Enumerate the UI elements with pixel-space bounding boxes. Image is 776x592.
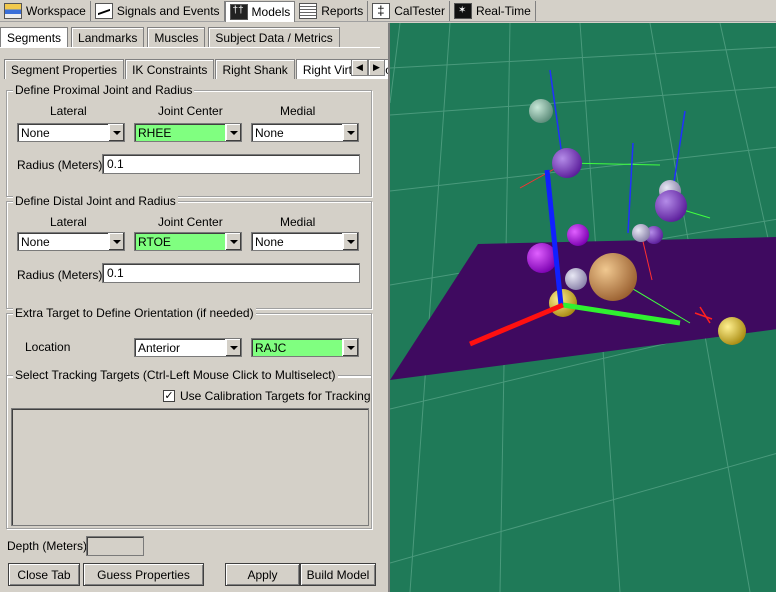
apply-button[interactable]: Apply bbox=[225, 563, 300, 586]
tracking-group-title: Select Tracking Targets (Ctrl-Left Mouse… bbox=[13, 368, 338, 382]
toolbar-caltester-button[interactable]: CalTester bbox=[368, 0, 450, 21]
proximal-center-label: Joint Center bbox=[158, 104, 223, 118]
chevron-down-icon[interactable] bbox=[108, 124, 124, 141]
distal-group: Define Distal Joint and Radius Lateral J… bbox=[6, 194, 372, 309]
tab-scroll-right-button[interactable]: ▶ bbox=[368, 59, 385, 76]
3d-scene bbox=[390, 23, 776, 592]
tab-scroll-arrows: ◀ ▶ bbox=[351, 59, 385, 76]
chevron-down-icon[interactable] bbox=[225, 339, 241, 356]
proximal-lateral-label: Lateral bbox=[50, 104, 87, 118]
toolbar-realtime-button[interactable]: Real-Time bbox=[450, 0, 536, 21]
toolbar-workspace-label: Workspace bbox=[26, 3, 86, 18]
proximal-center-value: RHEE bbox=[138, 125, 172, 140]
orientation-target-value: RAJC bbox=[255, 340, 287, 355]
proximal-group-title: Define Proximal Joint and Radius bbox=[13, 83, 195, 97]
toolbar-signals-button[interactable]: Signals and Events bbox=[91, 0, 225, 21]
chevron-down-icon[interactable] bbox=[225, 233, 241, 250]
tracking-targets-list[interactable] bbox=[11, 408, 369, 526]
tab-muscles[interactable]: Muscles bbox=[147, 27, 206, 47]
main-tabs: Segments Landmarks Muscles Subject Data … bbox=[0, 27, 343, 47]
proximal-lateral-value: None bbox=[21, 125, 50, 140]
depth-label: Depth (Meters): bbox=[7, 539, 91, 553]
orientation-location-value: Anterior bbox=[138, 340, 181, 355]
workspace-toolbar: Workspace Signals and Events Models Repo… bbox=[0, 0, 776, 22]
proximal-medial-label: Medial bbox=[280, 104, 316, 118]
toolbar-reports-button[interactable]: Reports bbox=[295, 0, 369, 21]
toolbar-models-button[interactable]: Models bbox=[224, 0, 296, 22]
proximal-medial-value: None bbox=[255, 125, 284, 140]
tab-segments[interactable]: Segments bbox=[0, 27, 69, 47]
realtime-icon bbox=[453, 2, 472, 19]
distal-center-label: Joint Center bbox=[158, 215, 223, 229]
proximal-lateral-select[interactable]: None bbox=[17, 123, 125, 142]
tab-ik-constraints[interactable]: IK Constraints bbox=[125, 59, 215, 79]
depth-input[interactable] bbox=[86, 536, 144, 556]
properties-panel: Segments Landmarks Muscles Subject Data … bbox=[0, 23, 403, 592]
chevron-down-icon[interactable] bbox=[342, 233, 358, 250]
toolbar-models-label: Models bbox=[251, 4, 291, 19]
tab-right-virtual-foot[interactable]: Right Virtual Foot bbox=[295, 59, 403, 79]
distal-radius-input[interactable]: 0.1 bbox=[102, 263, 360, 283]
models-icon bbox=[229, 3, 248, 20]
arrow-left-icon: ◀ bbox=[356, 62, 363, 72]
orientation-location-label: Location bbox=[25, 340, 71, 354]
workspace-icon bbox=[4, 2, 22, 19]
segment-tabs: Segment Properties IK Constraints Right … bbox=[4, 59, 403, 79]
proximal-radius-label: Radius (Meters) bbox=[17, 158, 103, 172]
distal-radius-label: Radius (Meters) bbox=[17, 268, 103, 282]
chevron-down-icon[interactable] bbox=[342, 339, 358, 356]
3d-viewport[interactable] bbox=[388, 23, 776, 592]
close-tab-button[interactable]: Close Tab bbox=[8, 563, 80, 586]
toolbar-reports-label: Reports bbox=[321, 3, 364, 18]
use-calibration-targets-label: Use Calibration Targets for Tracking bbox=[180, 389, 371, 403]
distal-medial-select[interactable]: None bbox=[251, 232, 359, 251]
use-calibration-targets-checkbox[interactable]: ✓ Use Calibration Targets for Tracking bbox=[163, 389, 371, 403]
tab-landmarks[interactable]: Landmarks bbox=[71, 27, 145, 47]
arrow-right-icon: ▶ bbox=[373, 62, 380, 72]
distal-center-select[interactable]: RTOE bbox=[134, 232, 242, 251]
chevron-down-icon[interactable] bbox=[108, 233, 124, 250]
distal-group-title: Define Distal Joint and Radius bbox=[13, 194, 178, 208]
tab-segment-properties[interactable]: Segment Properties bbox=[4, 59, 125, 79]
chevron-down-icon[interactable] bbox=[225, 124, 241, 141]
caltester-icon bbox=[372, 2, 391, 19]
orientation-group-title: Extra Target to Define Orientation (if n… bbox=[13, 306, 256, 320]
orientation-target-select[interactable]: RAJC bbox=[251, 338, 359, 357]
tracking-group: Select Tracking Targets (Ctrl-Left Mouse… bbox=[6, 368, 372, 529]
tab-scroll-left-button[interactable]: ◀ bbox=[351, 59, 368, 76]
distal-lateral-label: Lateral bbox=[50, 215, 87, 229]
distal-lateral-value: None bbox=[21, 234, 50, 249]
toolbar-workspace-button[interactable]: Workspace bbox=[0, 0, 91, 21]
proximal-radius-input[interactable]: 0.1 bbox=[102, 154, 360, 174]
orientation-location-select[interactable]: Anterior bbox=[134, 338, 242, 357]
build-model-button[interactable]: Build Model bbox=[300, 563, 376, 586]
tab-subject-data[interactable]: Subject Data / Metrics bbox=[208, 27, 340, 47]
toolbar-signals-label: Signals and Events bbox=[116, 3, 220, 18]
distal-medial-label: Medial bbox=[280, 215, 316, 229]
tab-right-shank[interactable]: Right Shank bbox=[215, 59, 295, 79]
checkmark-icon: ✓ bbox=[163, 390, 175, 402]
signals-icon bbox=[94, 2, 113, 19]
proximal-group: Define Proximal Joint and Radius Lateral… bbox=[6, 83, 372, 197]
toolbar-realtime-label: Real-Time bbox=[475, 3, 531, 18]
reports-icon bbox=[299, 2, 318, 19]
distal-lateral-select[interactable]: None bbox=[17, 232, 125, 251]
tab-divider bbox=[0, 47, 380, 48]
guess-properties-button[interactable]: Guess Properties bbox=[83, 563, 204, 586]
proximal-medial-select[interactable]: None bbox=[251, 123, 359, 142]
distal-center-value: RTOE bbox=[138, 234, 171, 249]
distal-medial-value: None bbox=[255, 234, 284, 249]
proximal-center-select[interactable]: RHEE bbox=[134, 123, 242, 142]
toolbar-caltester-label: CalTester bbox=[394, 3, 445, 18]
chevron-down-icon[interactable] bbox=[342, 124, 358, 141]
